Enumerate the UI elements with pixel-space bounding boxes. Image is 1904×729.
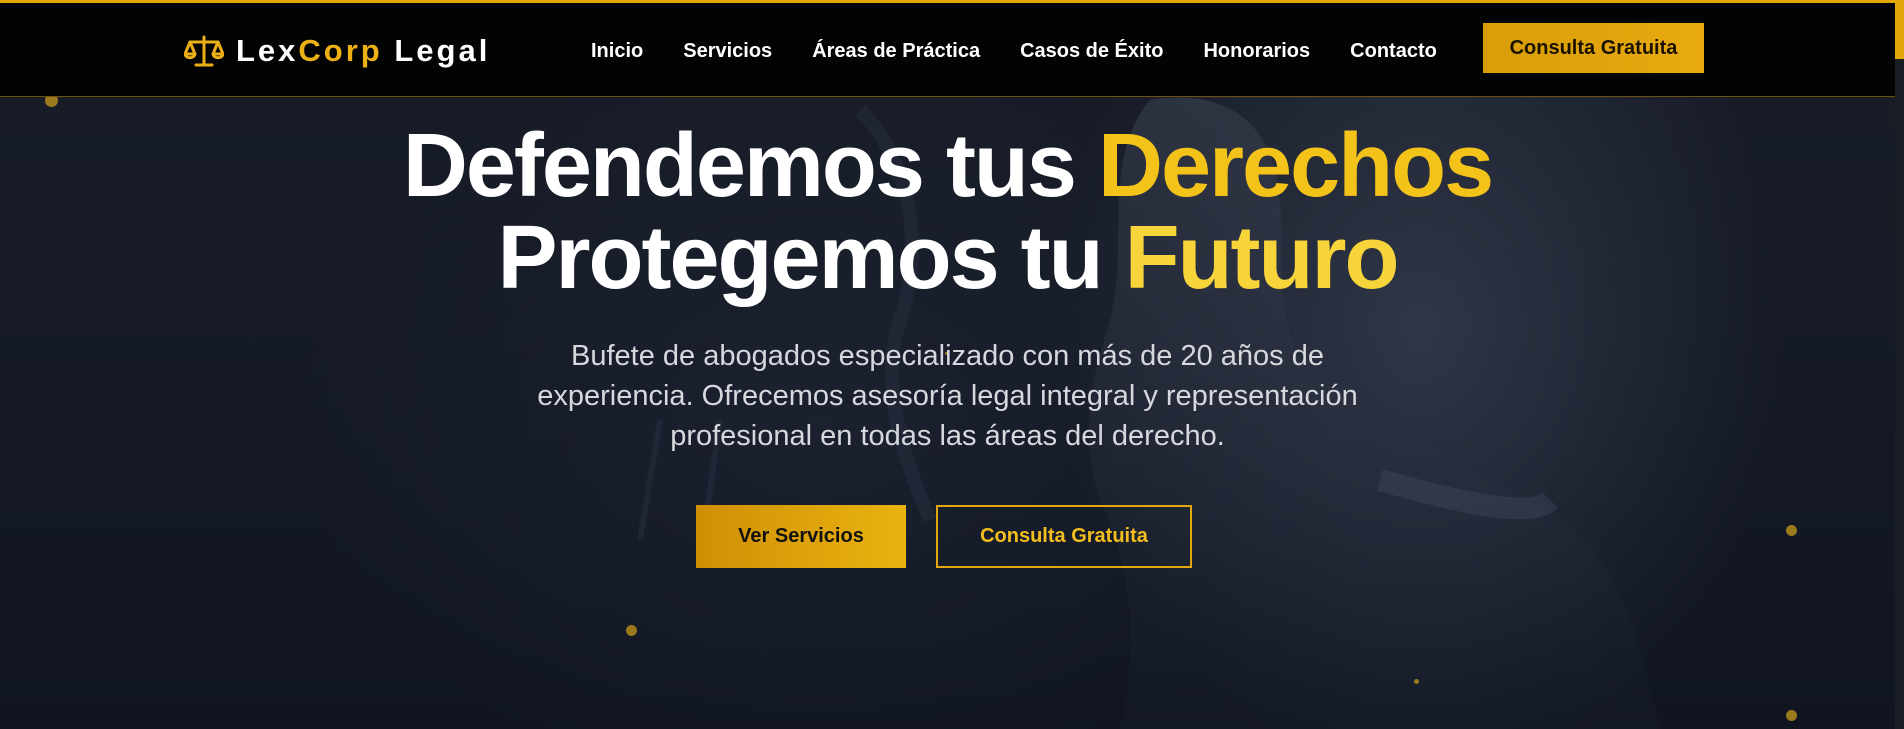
nav-link-contacto[interactable]: Contacto xyxy=(1350,40,1437,63)
nav-consultation-button[interactable]: Consulta Gratuita xyxy=(1483,23,1704,73)
nav-link-inicio[interactable]: Inicio xyxy=(591,40,643,63)
decorative-dot xyxy=(1786,525,1797,536)
nav-link-servicios[interactable]: Servicios xyxy=(683,40,772,63)
navbar: LexCorp Legal Inicio Servicios Áreas de … xyxy=(0,3,1895,97)
headline-line1-white: Defendemos tus xyxy=(402,116,1098,216)
decorative-dot xyxy=(1414,679,1419,684)
headline-line2-gold: Futuro xyxy=(1124,208,1400,308)
nav-menu: Inicio Servicios Áreas de Práctica Casos… xyxy=(591,37,1477,65)
decorative-dot xyxy=(626,625,637,636)
scales-of-justice-icon xyxy=(184,35,224,67)
headline-line2-white: Protegemos tu xyxy=(497,208,1125,308)
hero-buttons: Ver Servicios Consulta Gratuita xyxy=(696,505,1192,568)
nav-link-areas-de-practica[interactable]: Áreas de Práctica xyxy=(812,40,980,63)
brand-name-part2: Corp xyxy=(298,33,383,68)
hero-headline: Defendemos tus Derechos Protegemos tu Fu… xyxy=(0,120,1895,304)
view-services-button[interactable]: Ver Servicios xyxy=(696,505,906,568)
brand-name-part3: Legal xyxy=(382,33,491,68)
brand-name: LexCorp Legal xyxy=(236,33,490,69)
landing-page: LexCorp Legal Inicio Servicios Áreas de … xyxy=(0,0,1904,729)
nav-link-honorarios[interactable]: Honorarios xyxy=(1203,40,1310,63)
scrollbar-thumb[interactable] xyxy=(1895,3,1904,59)
brand-logo[interactable]: LexCorp Legal xyxy=(184,31,490,71)
headline-line1-gold: Derechos xyxy=(1097,116,1494,216)
hero-section: Defendemos tus Derechos Protegemos tu Fu… xyxy=(0,120,1895,456)
decorative-dot xyxy=(1786,710,1797,721)
nav-link-casos-de-exito[interactable]: Casos de Éxito xyxy=(1020,40,1163,63)
scrollbar-track[interactable] xyxy=(1895,3,1904,729)
free-consultation-button[interactable]: Consulta Gratuita xyxy=(936,505,1192,568)
brand-name-part1: Lex xyxy=(236,33,299,68)
hero-subtitle: Bufete de abogados especializado con más… xyxy=(537,340,1358,452)
